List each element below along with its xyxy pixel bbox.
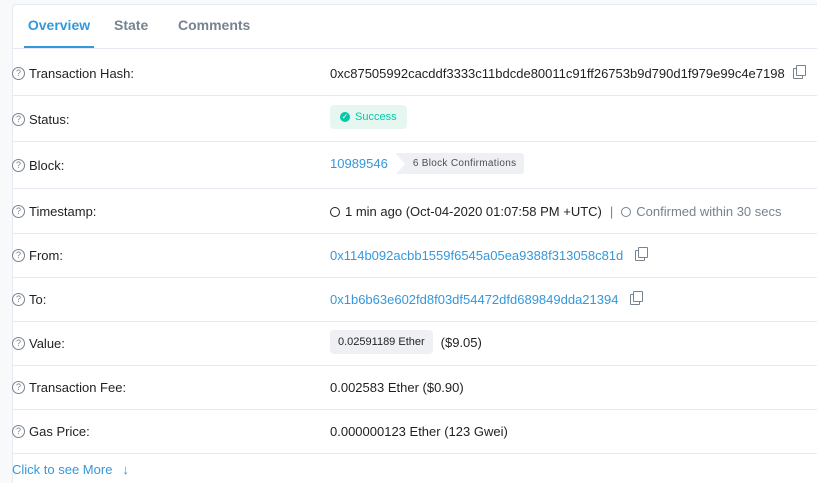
question-circle-icon[interactable]: ? xyxy=(12,293,25,306)
status-badge: ✓ Success xyxy=(330,105,407,129)
label-timestamp: Timestamp: xyxy=(29,204,97,219)
tab-state[interactable]: State xyxy=(114,5,148,48)
from-address-link[interactable]: 0x114b092acbb1559f6545a05ea9388f313058c8… xyxy=(330,248,623,263)
label-transaction-hash: Transaction Hash: xyxy=(29,66,135,81)
block-number-link[interactable]: 10989546 xyxy=(330,156,388,171)
tab-bar: Overview State Comments xyxy=(13,5,817,49)
value-ether-pill: 0.02591189 Ether xyxy=(330,330,433,354)
copy-icon[interactable] xyxy=(792,65,806,79)
label-from: From: xyxy=(29,248,63,263)
check-circle-icon: ✓ xyxy=(340,112,350,122)
status-text: Success xyxy=(355,111,397,123)
question-circle-icon[interactable]: ? xyxy=(12,67,25,80)
gas-price-value: 0.000000123 Ether (123 Gwei) xyxy=(330,424,508,439)
confirmations-badge: 6 Block Confirmations xyxy=(394,153,525,175)
question-circle-icon[interactable]: ? xyxy=(12,425,25,438)
value-usd: ($9.05) xyxy=(440,334,482,350)
question-circle-icon[interactable]: ? xyxy=(12,337,25,350)
tab-comments[interactable]: Comments xyxy=(178,5,250,48)
label-gas-price: Gas Price: xyxy=(29,424,90,439)
row-gas-price: ? Gas Price: 0.000000123 Ether (123 Gwei) xyxy=(12,410,817,454)
timer-icon xyxy=(621,206,632,217)
row-to: ? To: 0x1b6b63e602fd8f03df54472dfd689849d… xyxy=(12,278,817,322)
label-status: Status: xyxy=(29,112,70,127)
confirmed-within: Confirmed within 30 secs xyxy=(636,204,782,219)
question-circle-icon[interactable]: ? xyxy=(12,381,25,394)
clock-icon xyxy=(330,206,340,217)
row-block: ? Block: 10989546 6 Block Confirmations xyxy=(12,142,817,189)
label-to: To: xyxy=(29,292,47,307)
label-value: Value: xyxy=(29,336,65,351)
copy-icon[interactable] xyxy=(630,291,644,305)
row-status: ? Status: ✓ Success xyxy=(12,96,817,142)
question-circle-icon[interactable]: ? xyxy=(12,159,25,172)
question-circle-icon[interactable]: ? xyxy=(12,113,25,126)
tab-overview[interactable]: Overview xyxy=(24,5,94,48)
timestamp-separator: | xyxy=(609,204,614,219)
arrow-down-icon: ↓ xyxy=(122,462,129,477)
click-to-see-more-link[interactable]: Click to see More ↓ xyxy=(12,462,129,477)
row-timestamp: ? Timestamp: 1 min ago (Oct-04-2020 01:07… xyxy=(12,189,817,234)
transaction-hash-value: 0xc87505992cacddf3333c11bdcde80011c91ff2… xyxy=(330,66,785,81)
timestamp-value: 1 min ago (Oct-04-2020 01:07:58 PM +UTC) xyxy=(345,204,602,219)
row-from: ? From: 0x114b092acbb1559f6545a05ea9388f3… xyxy=(12,234,817,278)
row-transaction-fee: ? Transaction Fee: 0.002583 Ether ($0.90) xyxy=(12,366,817,410)
label-transaction-fee: Transaction Fee: xyxy=(29,380,127,395)
question-circle-icon[interactable]: ? xyxy=(12,249,25,262)
question-circle-icon[interactable]: ? xyxy=(12,205,25,218)
row-value: ? Value: 0.02591189 Ether ($9.05) xyxy=(12,322,817,366)
to-address-link[interactable]: 0x1b6b63e602fd8f03df54472dfd689849dda213… xyxy=(330,292,618,307)
transaction-fee-value: 0.002583 Ether ($0.90) xyxy=(330,380,464,395)
copy-icon[interactable] xyxy=(635,247,649,261)
more-label: Click to see More xyxy=(12,462,113,477)
label-block: Block: xyxy=(29,158,65,173)
row-transaction-hash: ? Transaction Hash: 0xc87505992cacddf3333… xyxy=(12,48,817,96)
